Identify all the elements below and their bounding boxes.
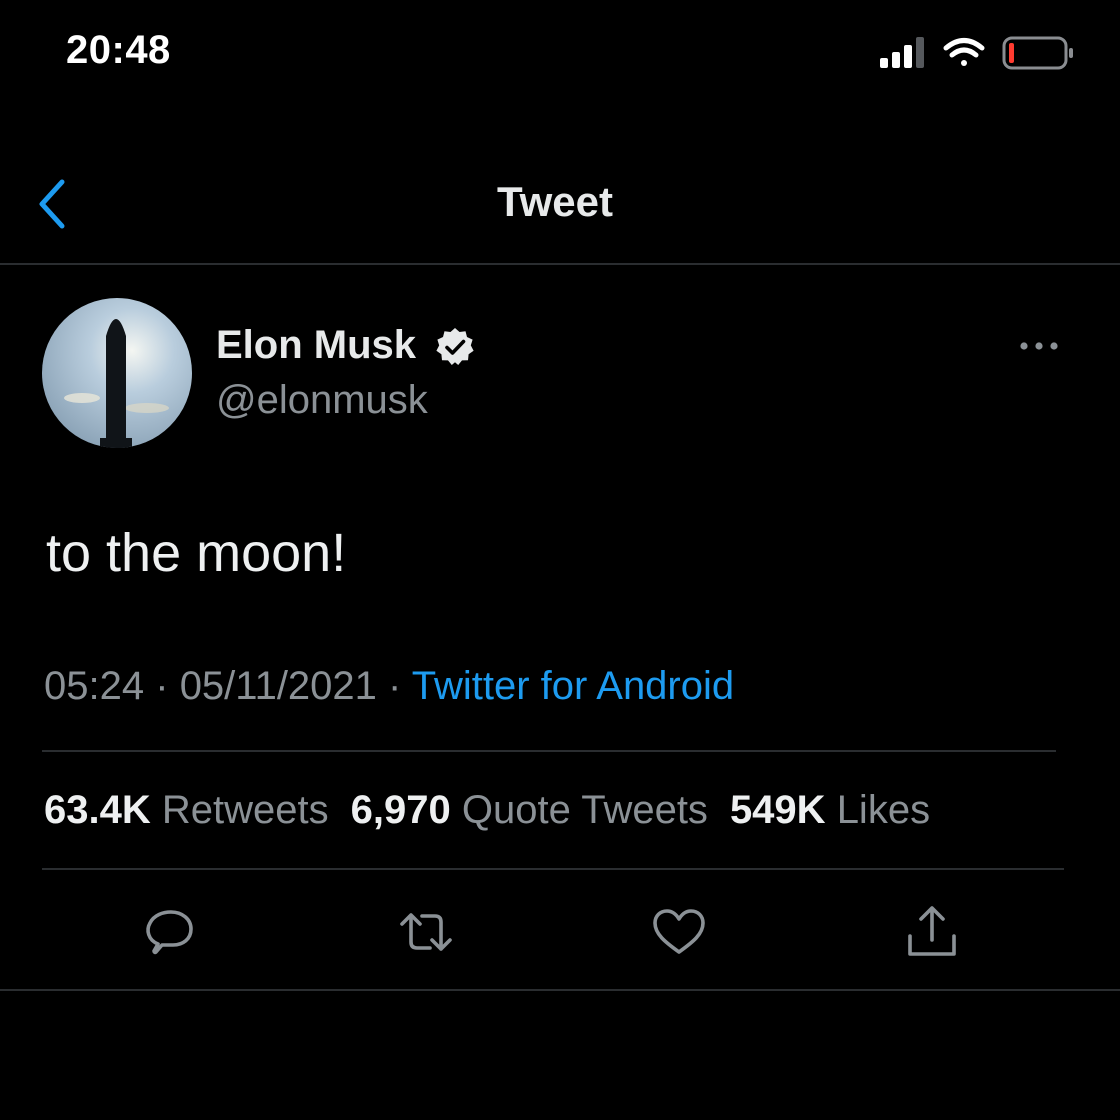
header-divider [0,263,1120,265]
quote-tweets-label: Quote Tweets [461,788,708,832]
retweets-stat[interactable]: 63.4K Retweets [44,788,329,832]
author-handle[interactable]: @elonmusk [216,378,428,423]
wifi-icon [943,38,985,66]
tweet-text: to the moon! [46,523,347,583]
battery-low-icon [1002,36,1073,70]
retweet-button[interactable] [394,900,458,964]
retweets-label: Retweets [161,788,329,832]
likes-label: Likes [836,788,931,832]
tweet-date: 05/11/2021 [179,664,377,708]
likes-count: 549K [729,788,826,832]
share-icon [908,906,956,956]
avatar[interactable] [42,298,192,448]
more-options-button[interactable] [1016,332,1062,360]
verified-badge-icon [434,326,476,368]
status-icons [876,34,1076,74]
meta-separator: · [388,664,402,708]
meta-separator: · [155,664,169,708]
cellular-signal-icon [880,37,924,68]
like-icon [653,909,705,954]
ellipsis-icon [1020,342,1058,350]
tweet-source-link[interactable]: Twitter for Android [412,664,734,708]
like-button[interactable] [647,900,711,964]
quote-tweets-stat[interactable]: 6,970 Quote Tweets [351,788,708,832]
status-time: 20:48 [66,28,171,72]
retweet-icon [400,913,452,951]
page-title: Tweet [497,178,613,225]
tweet-time: 05:24 [44,664,145,708]
retweets-count: 63.4K [44,788,151,832]
author-name[interactable]: Elon Musk [216,323,416,368]
tweet-meta: 05:24 · 05/11/2021 · Twitter for Android [44,664,734,709]
likes-stat[interactable]: 549K Likes [730,788,930,832]
divider [0,989,1120,991]
starship-silhouette-avatar [42,298,192,448]
tweet-stats: 63.4K Retweets 6,970 Quote Tweets 549K Lik… [44,788,930,833]
reply-icon [146,910,193,955]
share-button[interactable] [900,900,964,964]
reply-button[interactable] [138,900,202,964]
divider [42,868,1064,870]
divider [42,750,1056,752]
quote-tweets-count: 6,970 [350,788,451,832]
